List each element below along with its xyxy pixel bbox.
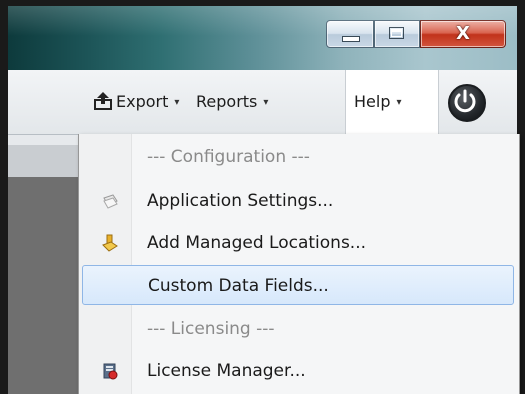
panel-strip <box>8 145 78 177</box>
chevron-down-icon: ▾ <box>396 97 402 108</box>
menu-header-label: --- Configuration --- <box>147 147 310 167</box>
export-label: Export <box>116 92 169 111</box>
export-menu-button[interactable]: Export ▾ <box>116 88 179 116</box>
menu-item-application-settings[interactable]: Application Settings... <box>79 181 517 221</box>
toolbar: Export ▾ Reports ▾ Help ▾ <box>8 70 517 135</box>
menu-item-custom-data-fields[interactable]: Custom Data Fields... <box>82 265 514 305</box>
left-panel <box>8 135 78 394</box>
reports-label: Reports <box>196 92 258 111</box>
menu-item-label: Application Settings... <box>147 191 334 211</box>
menu-header-configuration: --- Configuration --- <box>79 137 517 177</box>
minimize-button[interactable] <box>326 20 374 48</box>
license-icon <box>103 363 118 380</box>
reports-menu-button[interactable]: Reports ▾ <box>196 88 268 116</box>
export-icon[interactable] <box>94 92 112 110</box>
help-dropdown-menu: --- Configuration --- Application Settin… <box>78 134 520 394</box>
panel-strip <box>8 135 78 145</box>
settings-icon <box>103 194 118 209</box>
menu-item-label: License Manager... <box>147 361 306 381</box>
chevron-down-icon: ▾ <box>174 97 180 108</box>
chevron-down-icon: ▾ <box>263 97 269 108</box>
menu-header-licensing: --- Licensing --- <box>79 309 517 349</box>
maximize-button[interactable] <box>374 20 420 48</box>
minimize-icon <box>342 36 360 42</box>
title-bar: X <box>8 6 517 70</box>
folder-icon <box>102 234 118 252</box>
power-button[interactable] <box>448 84 486 122</box>
menu-item-label: Custom Data Fields... <box>148 276 329 296</box>
power-icon <box>454 89 476 113</box>
help-label: Help <box>354 92 391 111</box>
close-icon: X <box>456 23 470 44</box>
help-menu-button[interactable]: Help ▾ <box>345 70 439 134</box>
menu-header-label: --- Licensing --- <box>147 319 275 339</box>
close-button[interactable]: X <box>420 20 506 48</box>
menu-item-label: Add Managed Locations... <box>147 233 367 253</box>
menu-item-add-managed-locations[interactable]: Add Managed Locations... <box>79 223 517 263</box>
maximize-icon <box>389 27 404 39</box>
menu-item-license-manager[interactable]: License Manager... <box>79 351 517 391</box>
